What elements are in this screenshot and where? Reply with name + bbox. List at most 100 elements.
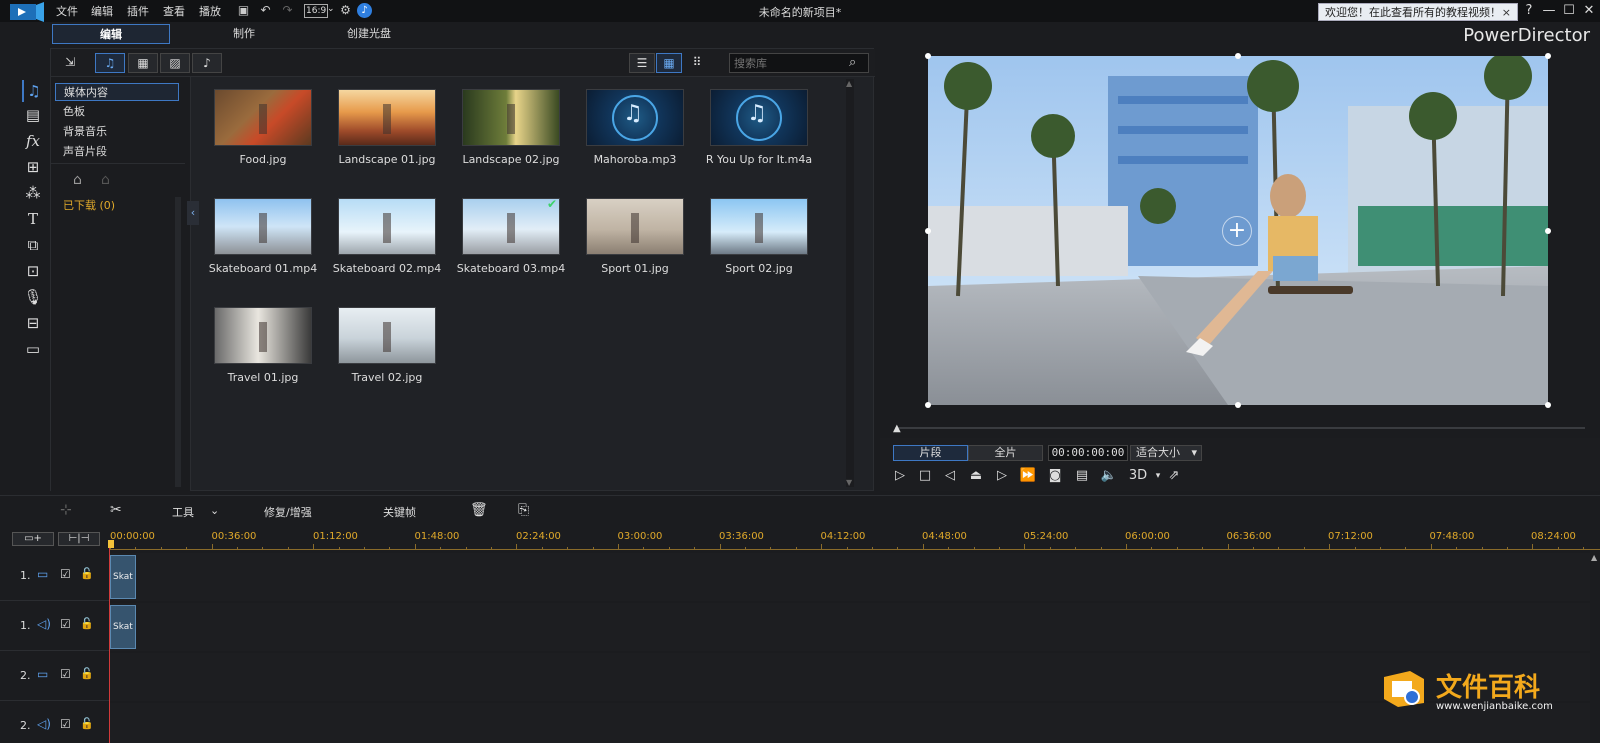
media-item[interactable]: ♫ R You Up for It.m4a: [697, 83, 821, 178]
resize-handle-tc[interactable]: [1235, 53, 1241, 59]
menu-edit[interactable]: 编辑: [91, 3, 113, 19]
tree-item-bgm[interactable]: 背景音乐: [55, 123, 179, 141]
subtitle-room-icon[interactable]: ▭: [22, 338, 44, 360]
track-enable-checkbox[interactable]: ☑: [60, 567, 71, 581]
media-thumbnail[interactable]: [214, 89, 312, 146]
pip-room-icon[interactable]: ⊞: [22, 156, 44, 178]
zoom-fit-select[interactable]: 适合大小 ▾: [1130, 445, 1202, 461]
grid-view-icon[interactable]: ▦: [656, 53, 682, 73]
collapse-tree-chevron-icon[interactable]: ‹: [187, 201, 199, 225]
subtitle-icon[interactable]: ▤: [1072, 466, 1092, 486]
close-icon[interactable]: ✕: [1580, 2, 1598, 20]
export-clip-icon[interactable]: ⎘: [518, 502, 529, 518]
audio-thumbnail[interactable]: ♫: [586, 89, 684, 146]
media-item[interactable]: Skateboard 02.mp4: [325, 192, 449, 287]
track-enable-checkbox[interactable]: ☑: [60, 617, 71, 631]
track-content[interactable]: [110, 703, 1590, 743]
tab-edit[interactable]: 编辑: [52, 24, 170, 44]
audio-thumbnail[interactable]: ♫: [710, 89, 808, 146]
transition-room-icon[interactable]: ⧉: [22, 234, 44, 256]
thumbnail-size-icon[interactable]: ⠿: [687, 53, 707, 73]
voiceover-mic-icon[interactable]: 🎙: [22, 286, 44, 308]
timeline-scroll-up-icon[interactable]: ▲: [1591, 553, 1597, 562]
resize-handle-tr[interactable]: [1545, 53, 1551, 59]
previous-frame-icon[interactable]: ◁: [940, 466, 960, 486]
media-item[interactable]: Landscape 01.jpg: [325, 83, 449, 178]
keyframe-button[interactable]: 关键帧: [383, 504, 416, 520]
media-thumbnail[interactable]: [214, 198, 312, 255]
media-thumbnail[interactable]: [462, 89, 560, 146]
title-room-icon[interactable]: T: [22, 208, 44, 230]
media-thumbnail[interactable]: [338, 307, 436, 364]
template-room-icon[interactable]: ▤: [22, 104, 44, 126]
tab-create-disc[interactable]: 创建光盘: [310, 24, 428, 44]
particle-room-icon[interactable]: ⁂: [22, 182, 44, 204]
track-lock-icon[interactable]: 🔓: [80, 567, 94, 580]
audio-mixing-icon[interactable]: ⊡: [22, 260, 44, 282]
menu-file[interactable]: 文件: [56, 3, 78, 19]
media-item[interactable]: Travel 02.jpg: [325, 301, 449, 396]
fix-enhance-button[interactable]: 修复/增强: [264, 504, 312, 520]
move-crosshair-icon[interactable]: +: [1222, 216, 1252, 246]
resize-handle-bc[interactable]: [1235, 402, 1241, 408]
redo-icon[interactable]: ↷: [280, 3, 295, 18]
timeline-scrollbar[interactable]: ▲: [1590, 553, 1600, 743]
3d-mode-button[interactable]: 3D: [1126, 466, 1150, 486]
resize-handle-mr[interactable]: [1545, 228, 1551, 234]
media-item[interactable]: Landscape 02.jpg: [449, 83, 573, 178]
playhead[interactable]: [109, 540, 110, 743]
downloaded-folder[interactable]: 已下载 (0): [63, 197, 115, 213]
media-thumbnail[interactable]: [586, 198, 684, 255]
tree-scrollbar[interactable]: [175, 197, 181, 487]
maximize-icon[interactable]: ☐: [1560, 2, 1578, 20]
filter-video-icon[interactable]: ▦: [128, 53, 158, 73]
delete-trash-icon[interactable]: 🗑: [470, 502, 488, 518]
media-item[interactable]: ♫ Mahoroba.mp3: [573, 83, 697, 178]
clip-mode-button[interactable]: 片段: [893, 445, 968, 461]
resize-handle-tl[interactable]: [925, 53, 931, 59]
effects-room-icon[interactable]: fx: [22, 130, 44, 152]
undock-preview-icon[interactable]: ⇗: [1164, 466, 1184, 486]
list-view-icon[interactable]: ☰: [629, 53, 655, 73]
track-enable-checkbox[interactable]: ☑: [60, 717, 71, 731]
scrub-head-icon[interactable]: ▲: [893, 423, 901, 434]
video-clip[interactable]: Skat: [110, 555, 136, 599]
track-content[interactable]: [110, 603, 1590, 651]
timecode-display[interactable]: 00:00:00:00: [1048, 445, 1128, 461]
volume-icon[interactable]: 🔈: [1099, 466, 1119, 486]
undo-icon[interactable]: ↶: [258, 3, 273, 18]
chapter-room-icon[interactable]: ⊟: [22, 312, 44, 334]
chevron-down-icon[interactable]: ⌄: [327, 4, 335, 14]
media-item[interactable]: ✔ Skateboard 03.mp4: [449, 192, 573, 287]
tools-menu[interactable]: 工具: [172, 504, 194, 520]
track-lock-icon[interactable]: 🔓: [80, 667, 94, 680]
menu-plugins[interactable]: 插件: [127, 3, 149, 19]
preview-scrub-track[interactable]: [895, 427, 1585, 429]
help-icon[interactable]: ?: [1520, 2, 1538, 20]
aspect-ratio-button[interactable]: 16:9: [304, 4, 329, 18]
track-lock-icon[interactable]: 🔓: [80, 617, 94, 630]
scroll-up-icon[interactable]: ▲: [846, 79, 852, 88]
tab-produce[interactable]: 制作: [185, 24, 303, 44]
media-item[interactable]: Sport 02.jpg: [697, 192, 821, 287]
fit-timeline-icon[interactable]: ⊹: [60, 502, 72, 518]
scroll-down-icon[interactable]: ▼: [846, 478, 852, 487]
snapshot-camera-icon[interactable]: ◙: [1045, 466, 1065, 486]
search-icon[interactable]: ⌕: [849, 55, 856, 70]
filter-all-media-icon[interactable]: ♫: [95, 53, 125, 73]
media-thumbnail[interactable]: [338, 89, 436, 146]
save-icon[interactable]: ▣: [236, 3, 251, 18]
add-tag-icon[interactable]: ⌂: [73, 172, 82, 188]
tree-item-media-content[interactable]: 媒体内容: [55, 83, 179, 101]
track-content[interactable]: [110, 553, 1590, 601]
menu-view[interactable]: 查看: [163, 3, 185, 19]
tools-chevron-down-icon[interactable]: ⌄: [210, 504, 219, 517]
track-content[interactable]: [110, 653, 1590, 701]
media-item[interactable]: Food.jpg: [201, 83, 325, 178]
filter-audio-icon[interactable]: ♪: [192, 53, 222, 73]
resize-handle-br[interactable]: [1545, 402, 1551, 408]
media-thumbnail[interactable]: ✔: [462, 198, 560, 255]
audio-clip[interactable]: Skat: [110, 605, 136, 649]
library-scrollbar[interactable]: ▲ ▼: [846, 79, 854, 487]
media-item[interactable]: Travel 01.jpg: [201, 301, 325, 396]
